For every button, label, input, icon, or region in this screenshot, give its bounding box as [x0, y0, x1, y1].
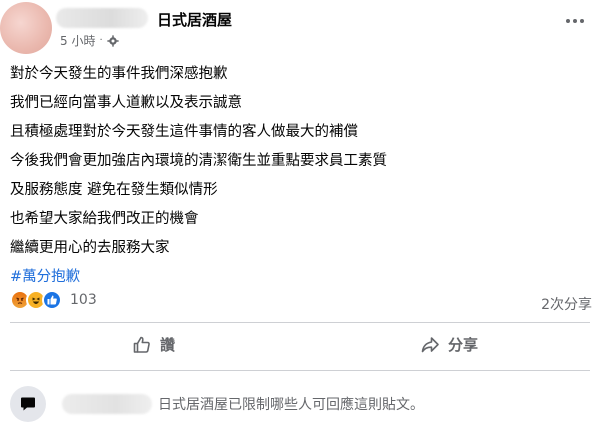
like-icon	[42, 290, 62, 310]
thumbs-up-icon	[133, 336, 150, 353]
blurred-name	[62, 394, 152, 414]
post-body: 對於今天發生的事件我們深感抱歉 我們已經向當事人道歉以及表示誠意 且積極處理對於…	[10, 60, 590, 292]
post-line: 及服務態度 避免在發生類似情形	[10, 182, 218, 198]
divider	[10, 370, 590, 371]
page-name[interactable]: 日式居酒屋	[157, 9, 232, 30]
post-line: 對於今天發生的事件我們深感抱歉	[10, 66, 228, 82]
share-label: 分享	[448, 336, 479, 354]
share-count[interactable]: 2次分享	[541, 294, 592, 314]
post-line: 我們已經向當事人道歉以及表示誠意	[10, 95, 242, 111]
gear-icon	[107, 34, 119, 47]
hashtag-link[interactable]: #萬分抱歉	[10, 263, 590, 292]
restricted-comments-text: 日式居酒屋已限制哪些人可回應這則貼文。	[158, 397, 424, 413]
post-line: 也希望大家給我們改正的機會	[10, 211, 199, 227]
post-line: 今後我們會更加強店內環境的清潔衛生並重點要求員工素質	[10, 153, 387, 169]
divider	[10, 322, 590, 323]
share-button[interactable]: 分享	[420, 334, 478, 355]
post-line: 繼續更用心的去服務大家	[10, 240, 170, 256]
reaction-count: 103	[70, 292, 97, 308]
meta-separator: ·	[99, 35, 103, 46]
timestamp[interactable]: 5 小時	[60, 32, 95, 49]
like-label: 讚	[160, 336, 176, 354]
page-avatar[interactable]	[0, 2, 52, 54]
share-icon	[421, 336, 439, 352]
blurred-name	[56, 8, 148, 28]
like-button[interactable]: 讚	[132, 334, 175, 355]
comment-restriction-notice: 日式居酒屋已限制哪些人可回應這則貼文。	[10, 384, 590, 424]
comment-icon	[10, 386, 46, 422]
post-meta: 5 小時 ·	[60, 32, 119, 49]
post-line: 且積極處理對於今天發生這件事情的客人做最大的補償	[10, 124, 358, 140]
more-options-icon[interactable]	[564, 14, 586, 28]
reaction-summary[interactable]: 103	[10, 290, 97, 310]
